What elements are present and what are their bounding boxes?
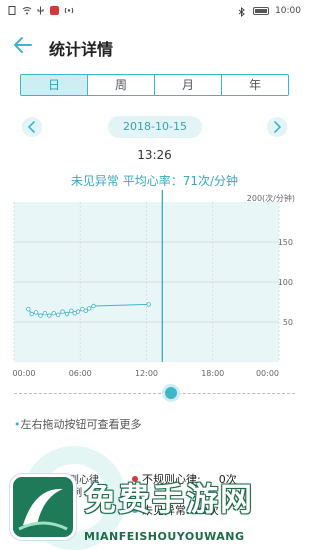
chart-data-point [29, 311, 34, 317]
drag-hint: •左右拖动按钮可查看更多 [14, 416, 142, 432]
selected-time: 13:26 [137, 148, 172, 162]
chart-data-point [60, 309, 65, 314]
heart-rate-summary: 未见异常 平均心率：71次/分钟 [70, 174, 239, 188]
period-tabs: 日 周 月 年 [20, 74, 289, 96]
page-title: 统计详情 [49, 40, 114, 59]
watermark-subtitle: MIANFEISHOUYOUWANG [84, 530, 245, 543]
timeline-slider-handle[interactable] [162, 384, 181, 402]
site-watermark: 免费手游网 MIANFEISHOUYOUWANG [10, 474, 305, 550]
hint-text: 左右拖动按钮可查看更多 [20, 418, 142, 431]
hotspot-icon [64, 6, 74, 15]
chart-xtick-label: 18:00 [201, 369, 224, 378]
chart-data-point [75, 309, 81, 314]
tab-year[interactable]: 年 [221, 75, 288, 95]
tab-week[interactable]: 周 [87, 75, 154, 95]
chart-data-point [69, 308, 74, 313]
status-bar: 10:00 [0, 0, 309, 24]
bluetooth-icon [238, 6, 247, 17]
chart-ylabel: 200(次/分钟) [247, 193, 295, 203]
heart-rate-chart[interactable]: 150 100 50 200(次/分钟) 00:00 06:00 12:00 18:00 00:… [0, 190, 309, 388]
chart-xtick-label: 00:00 [12, 369, 35, 378]
status-time: 10:00 [275, 6, 301, 16]
watermark-logo [10, 474, 76, 540]
next-date-button[interactable] [267, 117, 287, 137]
back-button[interactable] [12, 34, 34, 56]
chart-data-point [33, 310, 39, 315]
chart-data-point [26, 306, 31, 312]
chart-data-point [47, 313, 52, 318]
sim-icon [8, 6, 17, 15]
chart-xtick-label: 12:00 [135, 369, 158, 378]
chart-data-point [42, 310, 48, 316]
chart-xtick-label: 00:00 [256, 369, 279, 378]
chevron-right-icon [274, 121, 282, 133]
date-selector[interactable]: 2018-10-15 [108, 116, 202, 138]
chart-data-point [38, 313, 43, 318]
wifi-icon [22, 6, 32, 15]
chart-ytick-label: 50 [283, 318, 293, 327]
status-left-icons [8, 6, 74, 15]
chart-ytick-label: 150 [278, 238, 293, 247]
usb-icon [36, 6, 45, 15]
chart-data-point [83, 308, 88, 313]
date-navigation: 2018-10-15 [0, 114, 309, 140]
status-right-icons: 10:00 [238, 6, 301, 17]
chart-xtick-label: 06:00 [69, 369, 92, 378]
chart-data-point [64, 311, 70, 317]
chart-data-point [146, 302, 151, 307]
watermark-title: 免费手游网 [84, 480, 255, 518]
chart-ytick-label: 100 [278, 278, 293, 287]
battery-icon [253, 7, 270, 15]
chart-data-point [55, 312, 61, 317]
arrow-left-icon [14, 37, 32, 53]
notification-app-icon [50, 6, 59, 15]
chart-data-point [51, 310, 56, 316]
previous-date-button[interactable] [22, 117, 42, 137]
chart-data-point [86, 306, 92, 311]
timeline-track[interactable] [14, 393, 295, 394]
chevron-left-icon [27, 121, 35, 133]
tab-month[interactable]: 月 [154, 75, 221, 95]
chart-data-point [91, 303, 96, 309]
title-bar: 统计详情 [0, 26, 309, 66]
tab-day[interactable]: 日 [21, 75, 87, 95]
